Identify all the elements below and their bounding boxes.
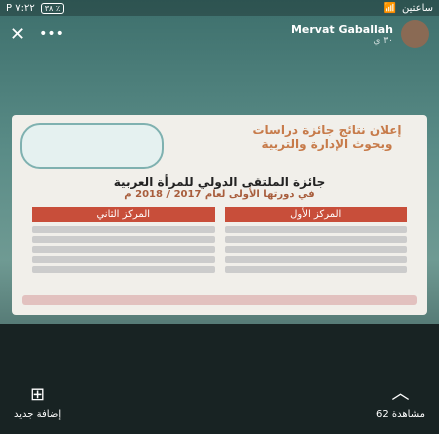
place-title: المركز الثاني	[32, 207, 215, 222]
place-title: المركز الأول	[224, 207, 407, 222]
bottom-bar: ⊞ إضافة جديد ︿ 62 مشاهدة	[0, 324, 439, 434]
avatar[interactable]	[401, 20, 429, 48]
announce-text: إعلان نتائج جائزة دراسات وبحوث الإدارة و…	[252, 123, 402, 151]
close-icon[interactable]: ✕	[10, 24, 25, 45]
post-image: إعلان نتائج جائزة دراسات وبحوث الإدارة و…	[12, 115, 427, 315]
place-second: المركز الثاني	[32, 207, 215, 276]
signal-text: P ٧:٢٢	[6, 2, 35, 14]
battery-pill: ٣٨ ٪	[40, 2, 65, 14]
user-info[interactable]: Mervat Gaballah ٣٠ ي	[291, 20, 429, 48]
status-time: ساعتين	[401, 2, 433, 14]
add-new-button[interactable]: ⊞ إضافة جديد	[14, 384, 61, 420]
menu-icon[interactable]: •••	[39, 26, 64, 42]
story-header: ✕ ••• Mervat Gaballah ٣٠ ي	[0, 16, 439, 52]
views-count: 62 مشاهدة	[376, 409, 425, 420]
status-bar: P ٧:٢٢ ٣٨ ٪ 📶 ساعتين	[0, 0, 439, 16]
views-button[interactable]: ︿ 62 مشاهدة	[376, 379, 425, 420]
user-name: Mervat Gaballah	[290, 22, 393, 36]
user-sub: ٣٠ ي	[373, 35, 393, 46]
subtitle-year: في دورتها الأولى لعام 2017 / 2018 م	[124, 189, 315, 200]
logo	[20, 123, 164, 169]
status-left: P ٧:٢٢ ٣٨ ٪	[6, 2, 65, 14]
status-right: 📶 ساعتين	[384, 3, 434, 14]
subtitle: جائزة الملتقى الدولي للمرأة العربية في د…	[12, 175, 427, 200]
places: المركز الثاني المركز الأول	[32, 207, 407, 276]
subtitle-main: جائزة الملتقى الدولي للمرأة العربية	[113, 175, 326, 189]
place-first: المركز الأول	[224, 207, 407, 276]
chevron-up-icon: ︿	[391, 383, 410, 404]
add-new-label: إضافة جديد	[14, 409, 62, 420]
wifi-icon: 📶	[383, 2, 396, 14]
add-icon: ⊞	[30, 384, 46, 405]
footer-line	[22, 295, 417, 305]
